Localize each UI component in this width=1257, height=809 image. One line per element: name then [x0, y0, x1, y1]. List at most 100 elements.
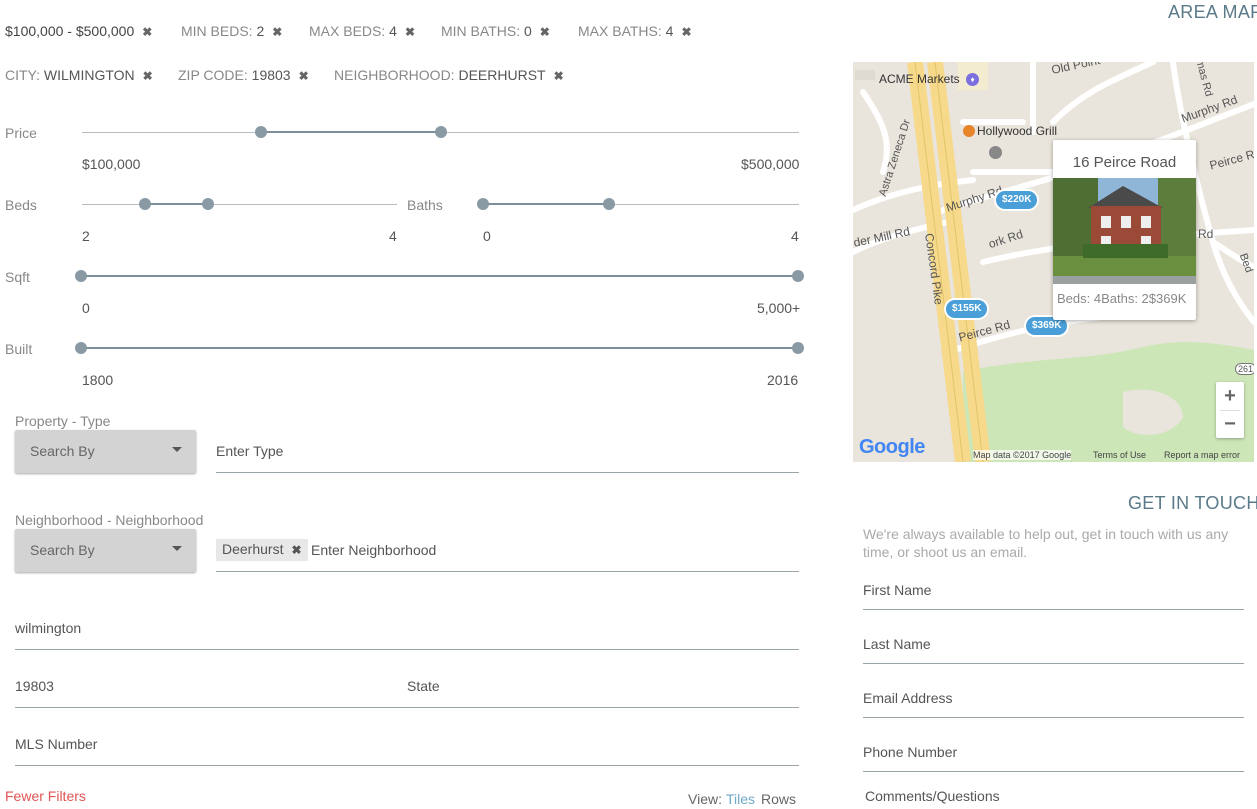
- map-terms-link[interactable]: Terms of Use: [1093, 450, 1146, 460]
- remove-filter-icon[interactable]: ✖: [299, 69, 309, 83]
- get-in-touch-title: GET IN TOUCH: [1128, 493, 1257, 513]
- filter-label: CITY:: [5, 67, 44, 83]
- baths-max-handle[interactable]: [603, 198, 616, 210]
- property-type-search-by-dropdown[interactable]: Search By: [15, 430, 196, 473]
- remove-filter-icon[interactable]: ✖: [540, 25, 550, 39]
- map-label-rd: Rd: [1198, 227, 1214, 241]
- filter-value: WILMINGTON: [43, 67, 135, 83]
- remove-filter-icon[interactable]: ✖: [143, 69, 153, 83]
- built-max-handle[interactable]: [792, 342, 804, 354]
- sqft-slider[interactable]: [75, 270, 804, 282]
- filter-label: MIN BEDS:: [181, 23, 257, 39]
- state-input[interactable]: State: [407, 665, 799, 708]
- zoom-in-button[interactable]: +: [1216, 382, 1244, 410]
- sqft-min-label: 0: [82, 300, 90, 316]
- fewer-filters-link[interactable]: Fewer Filters: [5, 788, 86, 804]
- neighborhood-search-by-dropdown[interactable]: Search By: [15, 529, 196, 572]
- remove-filter-icon[interactable]: ✖: [142, 25, 152, 39]
- listing-details: Beds: 4Baths: 2$369K: [1057, 291, 1187, 306]
- neighborhood-input[interactable]: Deerhurst ✖ Enter Neighborhood: [216, 529, 799, 572]
- phone-input[interactable]: Phone Number: [863, 732, 1244, 772]
- comments-placeholder: Comments/Questions: [865, 788, 1000, 804]
- route-261-shield: 261: [1235, 363, 1254, 375]
- price-slider[interactable]: [82, 126, 799, 138]
- zip-value: 19803: [15, 678, 54, 694]
- map-data-credit: Map data ©2017 Google: [973, 450, 1072, 460]
- mls-number-input[interactable]: MLS Number: [15, 723, 799, 766]
- map-report-error-link[interactable]: Report a map error: [1164, 450, 1240, 460]
- zip-input[interactable]: 19803: [15, 665, 407, 708]
- map-zoom-control: + −: [1216, 382, 1244, 438]
- sqft-min-handle[interactable]: [75, 270, 87, 282]
- price-min-label: $100,000: [82, 156, 141, 172]
- email-input[interactable]: Email Address: [863, 678, 1244, 718]
- price-pin[interactable]: $155K: [946, 300, 988, 318]
- poi-pin-icon: [989, 146, 1002, 159]
- remove-filter-icon[interactable]: ✖: [681, 25, 691, 39]
- city-value: wilmington: [15, 620, 82, 636]
- remove-tag-icon[interactable]: ✖: [291, 543, 301, 557]
- beds-min-handle[interactable]: [139, 198, 151, 210]
- price-max-handle[interactable]: [434, 126, 447, 138]
- property-type-input[interactable]: Enter Type: [216, 430, 799, 473]
- neighborhood-placeholder: Enter Neighborhood: [311, 542, 437, 558]
- google-logo: Google: [859, 436, 925, 458]
- price-slider-range: [261, 131, 441, 133]
- filter-chip-min-baths: MIN BATHS: 0 ✖: [441, 23, 550, 39]
- remove-filter-icon[interactable]: ✖: [554, 69, 564, 83]
- sqft-max-handle[interactable]: [792, 270, 804, 282]
- city-input[interactable]: wilmington: [15, 607, 799, 650]
- filter-chip-max-baths: MAX BATHS: 4 ✖: [578, 23, 692, 39]
- beds-slider[interactable]: [82, 198, 397, 210]
- filter-value: 19803: [251, 67, 291, 83]
- get-in-touch-description: We're always available to help out, get …: [863, 526, 1229, 560]
- comments-textarea[interactable]: Comments/Questions: [865, 776, 1246, 809]
- sqft-slider-range: [81, 275, 798, 277]
- map-label-acme: ACME Markets: [879, 72, 960, 86]
- zoom-out-button[interactable]: −: [1216, 410, 1244, 438]
- view-rows-link[interactable]: Rows: [761, 791, 796, 807]
- last-name-input[interactable]: Last Name: [863, 624, 1244, 664]
- built-min-label: 1800: [82, 372, 114, 388]
- baths-slider-range: [483, 203, 610, 205]
- neighborhood-tag: Deerhurst ✖: [216, 539, 308, 561]
- filter-chip-price: $100,000 - $500,000 ✖: [5, 23, 152, 39]
- filter-chip-neighborhood: NEIGHBORHOOD: DEERHURST ✖: [334, 67, 564, 83]
- built-max-label: 2016: [767, 372, 799, 388]
- price-pin[interactable]: $220K: [996, 191, 1038, 209]
- sqft-slider-label: Sqft: [5, 269, 30, 285]
- filter-value: 0: [523, 23, 532, 39]
- price-min-handle[interactable]: [255, 126, 268, 138]
- filter-label: ZIP CODE:: [178, 67, 252, 83]
- beds-max-handle[interactable]: [202, 198, 214, 210]
- area-map[interactable]: ACME Markets ♦ Hollywood Grill Old Point…: [853, 62, 1254, 462]
- filter-value: $100,000 - $500,000: [5, 23, 135, 39]
- built-min-handle[interactable]: [75, 342, 87, 354]
- baths-slider[interactable]: [477, 198, 799, 210]
- last-name-placeholder: Last Name: [863, 636, 931, 652]
- baths-min-handle[interactable]: [477, 198, 489, 210]
- first-name-placeholder: First Name: [863, 582, 932, 598]
- phone-placeholder: Phone Number: [863, 744, 958, 760]
- map-label-hollywood-grill: Hollywood Grill: [977, 124, 1058, 138]
- view-toggle: View: Tiles Rows: [688, 791, 796, 807]
- dropdown-value: Search By: [30, 443, 95, 459]
- state-placeholder: State: [407, 678, 440, 694]
- listing-popup-card[interactable]: 16 Peirce Road Beds: 4Baths: 2$369K: [1053, 140, 1196, 320]
- restaurant-pin-icon: [963, 125, 975, 137]
- baths-min-label: 0: [483, 228, 491, 244]
- remove-filter-icon[interactable]: ✖: [405, 25, 415, 39]
- filter-value: 4: [665, 23, 674, 39]
- first-name-input[interactable]: First Name: [863, 570, 1244, 610]
- filter-value: 4: [389, 23, 397, 39]
- beds-slider-label: Beds: [5, 197, 37, 213]
- neighborhood-tag-label: Deerhurst: [222, 541, 284, 557]
- filter-chip-min-beds: MIN BEDS: 2 ✖: [181, 23, 282, 39]
- price-max-label: $500,000: [741, 156, 800, 172]
- built-slider-label: Built: [5, 341, 33, 357]
- view-tiles-link[interactable]: Tiles: [726, 791, 755, 807]
- built-slider[interactable]: [75, 342, 804, 354]
- remove-filter-icon[interactable]: ✖: [272, 25, 282, 39]
- property-type-placeholder: Enter Type: [216, 443, 284, 459]
- caret-down-icon: [172, 447, 182, 452]
